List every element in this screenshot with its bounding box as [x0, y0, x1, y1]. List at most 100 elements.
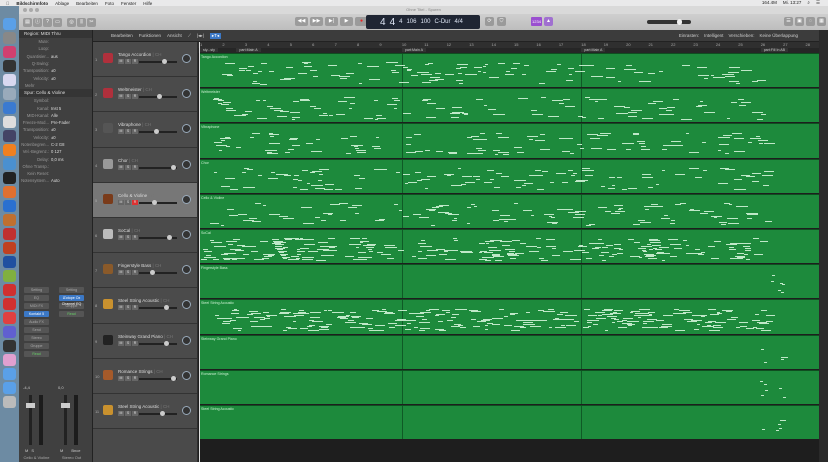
more-toggle[interactable]: Mehr	[19, 82, 92, 89]
track-name[interactable]: Romance Strings | CH	[118, 369, 163, 374]
strip-slot-button[interactable]: Audio FX	[24, 319, 49, 325]
metronome-button[interactable]: ▲	[544, 17, 553, 26]
inspector-row[interactable]: Q-Swing:	[19, 60, 92, 67]
slider-thumb[interactable]	[170, 164, 176, 170]
midi-region[interactable]: Romance Strings	[200, 369, 819, 404]
record-enable-button[interactable]: R	[132, 235, 138, 240]
dock-app-icon[interactable]	[3, 354, 16, 366]
go-to-start-button[interactable]: ▶|	[325, 17, 338, 26]
solo-button[interactable]: S	[125, 164, 131, 170]
track-header[interactable]: 8 Steel String Acoustic | CH M S R	[93, 288, 197, 324]
record-enable-button[interactable]: R	[132, 59, 138, 64]
lcd-tempo[interactable]: 106	[406, 19, 416, 25]
midi-region[interactable]: Steinway Grand Piano	[200, 334, 819, 369]
dock-app-icon[interactable]	[3, 284, 16, 296]
drag-select[interactable]: Keine Überlappung	[759, 33, 798, 38]
pan-knob[interactable]	[182, 89, 191, 99]
track-header[interactable]: 10 Romance Strings | CH M S R	[93, 358, 197, 394]
marker[interactable]: part:Fill In AB	[760, 48, 789, 52]
inspector-row[interactable]: Freeze-Mod... Pre-Fader	[19, 119, 92, 126]
dock-app-icon[interactable]	[3, 158, 16, 170]
inspector-row-value[interactable]: Auto	[51, 178, 60, 183]
mute-button[interactable]: M	[118, 411, 124, 416]
record-enable-button[interactable]: R	[132, 305, 138, 311]
track-header[interactable]: 6 SoCal | CH M S R	[93, 218, 197, 254]
track-header[interactable]: 1 Tango Accordion | CH M S R	[93, 42, 197, 78]
notepad-button[interactable]: ▣	[795, 17, 804, 26]
mixer-button[interactable]: ⫼	[77, 17, 86, 27]
midi-region[interactable]: Chor	[200, 158, 819, 193]
mute-button[interactable]: M	[60, 448, 63, 453]
toolbar-button[interactable]: ▭	[53, 17, 62, 27]
track-name[interactable]: Steinway Grand Piano | CH	[118, 334, 173, 339]
dock-app-icon[interactable]	[3, 200, 16, 212]
lcd-signature[interactable]: 4/4	[455, 19, 463, 25]
pan-knob[interactable]	[182, 300, 191, 310]
dock-app-icon[interactable]	[3, 270, 16, 282]
inspector-row-value[interactable]: ±0	[51, 127, 56, 132]
pan-knob[interactable]	[182, 406, 191, 415]
forward-button[interactable]: ▶▶	[310, 17, 323, 26]
pan-knob[interactable]	[182, 54, 191, 63]
record-enable-button[interactable]: R	[132, 340, 138, 346]
volume-slider[interactable]	[139, 199, 177, 205]
slider-thumb[interactable]	[167, 235, 173, 240]
solo-button[interactable]: S	[125, 375, 131, 381]
track-name[interactable]: Steel String Acoustic | CH	[118, 298, 169, 303]
mute-button[interactable]: M	[118, 305, 124, 311]
volume-slider[interactable]	[139, 270, 177, 276]
track-name[interactable]: Chor | CH	[118, 158, 138, 163]
dock-app-icon[interactable]	[3, 312, 16, 324]
playhead[interactable]	[199, 42, 200, 462]
track-header[interactable]: 11 Steel String Acoustic | CH M S R	[93, 394, 197, 430]
volume-slider[interactable]	[139, 375, 177, 381]
volume-slider[interactable]	[139, 340, 177, 346]
track-name[interactable]: Cello & Violine | CH	[118, 193, 157, 198]
volume-slider[interactable]	[139, 129, 177, 135]
solo-button[interactable]: S	[125, 129, 131, 135]
inspector-row-value[interactable]: 0 127	[51, 149, 61, 154]
inspector-row[interactable]: Transposition: ±0	[19, 67, 92, 74]
dock-app-icon[interactable]	[3, 368, 16, 380]
midi-region[interactable]: Fingerstyle Bass	[200, 264, 819, 299]
lcd-key[interactable]: C-Dur	[435, 19, 451, 25]
record-enable-button[interactable]: R	[132, 164, 138, 170]
mute-button[interactable]: M	[118, 59, 124, 64]
dock-app-icon[interactable]	[3, 102, 16, 114]
record-enable-button[interactable]: R	[132, 199, 138, 205]
inspector-row[interactable]: Loop:	[19, 45, 92, 52]
dock-app-icon[interactable]	[3, 396, 16, 408]
dock-app-icon[interactable]	[3, 32, 16, 44]
track-header[interactable]: 9 Steinway Grand Piano | CH M S R	[93, 323, 197, 359]
catch-icon[interactable]: ▸T◂	[209, 32, 222, 39]
track-inspector-header[interactable]: Spur: Cello & Violine	[19, 89, 92, 98]
midi-region[interactable]: SoCal	[200, 229, 819, 264]
track-header[interactable]: 5 Cello & Violine | CH M S R	[93, 182, 197, 218]
inspector-row[interactable]: MIDI-Kanal: Alle	[19, 112, 92, 119]
cycle-button[interactable]: ⟳	[485, 17, 494, 26]
dock-app-icon[interactable]	[3, 74, 16, 86]
slider-thumb[interactable]	[149, 270, 155, 276]
menu-app[interactable]: Bildschirmfoto	[16, 1, 48, 6]
dock-app-icon[interactable]	[3, 256, 16, 268]
library-button[interactable]: ▤	[23, 17, 32, 27]
midi-region[interactable]: Weltmeister	[200, 88, 819, 123]
automation-icon[interactable]: ⟋	[188, 33, 191, 38]
record-enable-button[interactable]: R	[132, 375, 138, 381]
inspector-row-value[interactable]: aus	[51, 54, 58, 59]
inspector-button[interactable]: ⓘ	[33, 17, 42, 27]
track-name[interactable]: Steel String Acoustic | CH	[118, 404, 169, 409]
solo-button[interactable]: S	[125, 235, 131, 240]
dock-app-icon[interactable]	[3, 382, 16, 394]
strip-slot-button[interactable]: Setting	[59, 287, 84, 293]
functions-menu[interactable]: Funktionen	[139, 33, 161, 38]
pan-knob[interactable]	[182, 370, 191, 380]
minimize-button[interactable]	[29, 8, 33, 12]
dock-app-icon[interactable]	[3, 326, 16, 338]
volume-slider[interactable]	[139, 305, 177, 311]
inspector-row-value[interactable]: Pre-Fader	[51, 120, 70, 125]
pan-knob[interactable]	[182, 230, 191, 239]
inspector-row[interactable]: Vel.-Begrenz.: 0 127	[19, 148, 92, 155]
close-button[interactable]	[23, 8, 27, 12]
list-editors-button[interactable]: ☰	[784, 17, 793, 26]
